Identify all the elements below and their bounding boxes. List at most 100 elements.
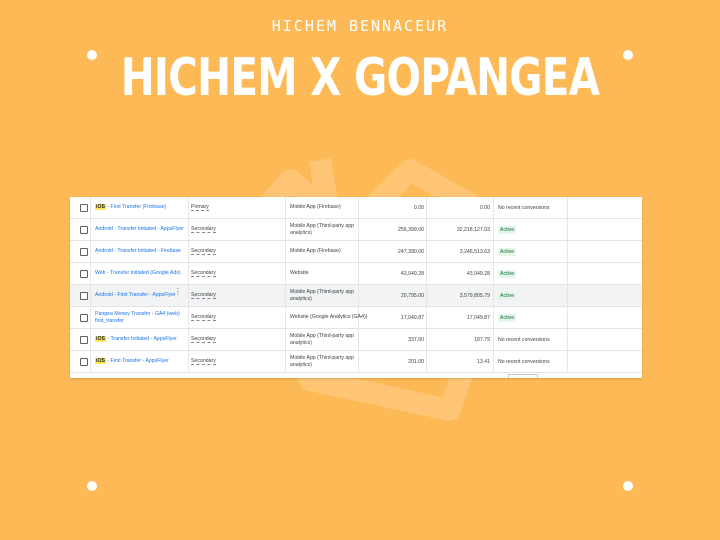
column-divider [285, 263, 286, 284]
author-name: HICHEM BENNACEUR [271, 17, 449, 35]
conversion-source: Mobile App (Third-party app analytics) [290, 289, 355, 302]
column-divider [493, 241, 494, 262]
conversion-action-link[interactable]: Android - Transfer Initiated - AppsFlyer [95, 219, 185, 240]
table-row[interactable]: iOS - Transfer Initiated - AppsFlyer Seco… [70, 329, 642, 351]
all-conversions-value: 247,390.00 [398, 248, 424, 255]
all-conversions-value: 43,049.28 [400, 270, 424, 277]
optimization-type-label: Secondary [191, 314, 216, 321]
table-row[interactable]: Pangea Money Transfer - GA4 (web) first_… [70, 307, 642, 329]
status-badge: Active [498, 269, 517, 278]
status-text: No recent conversions [498, 336, 550, 343]
ios-highlight: iOS [95, 336, 106, 343]
column-divider [90, 219, 91, 240]
conversion-source: Website (Google Analytics (GA4)) [290, 314, 368, 321]
column-divider [90, 307, 91, 328]
tracking-status: Active [498, 219, 568, 240]
all-conversion-value: 43,049.28 [466, 270, 490, 277]
all-conversion-value: 3,246,513.63 [459, 248, 490, 255]
conversion-action-link[interactable]: iOS - First Transfer - AppsFlyer [95, 351, 185, 372]
tracking-status: Active [498, 307, 568, 328]
column-divider [188, 197, 189, 218]
row-checkbox[interactable] [80, 270, 88, 278]
table-row[interactable]: iOS - First Transfer - AppsFlyer Secondar… [70, 351, 642, 373]
conversion-source: Mobile App (Firebase) [290, 248, 341, 255]
optimization-type-label: Secondary [191, 336, 216, 343]
conversion-action-link[interactable]: Android - First Transfer - AppsFlyer [95, 285, 185, 306]
optimization-type-label: Secondary [191, 248, 216, 255]
page-title: HICHEM X GOPANGEA [120, 48, 600, 108]
conversion-action-name: Pangea Money Transfer - GA4 (web) first_… [95, 311, 180, 324]
all-conversion-value: 13.41 [477, 358, 490, 365]
row-checkbox[interactable] [80, 204, 88, 212]
column-divider [90, 263, 91, 284]
all-conversions-value: 0.00 [413, 204, 424, 211]
optimization-type-label: Primary [191, 204, 209, 211]
conversion-action-link[interactable]: Pangea Money Transfer - GA4 (web) first_… [95, 307, 185, 328]
column-divider [493, 329, 494, 350]
conversions-table-screenshot: iOS - First Transfer (Firebase) Primary Mo… [70, 197, 642, 378]
table-row[interactable]: iOS - First Transfer (Firebase) Primary Mo… [70, 197, 642, 219]
conversion-action-link[interactable]: iOS - Transfer Initiated - AppsFlyer [95, 329, 185, 350]
column-divider [90, 241, 91, 262]
row-checkbox[interactable] [80, 336, 88, 344]
status-badge: Active [498, 291, 517, 300]
column-divider [285, 219, 286, 240]
conversion-action-name: - Transfer Initiated - AppsFlyer [105, 336, 177, 343]
all-conversions-value: 20,795.00 [400, 292, 424, 299]
optimization-type[interactable]: Secondary [191, 351, 251, 372]
table-row[interactable]: Android - First Transfer - AppsFlyer ⋮ Sec… [70, 285, 642, 307]
tracking-status: Active [498, 263, 568, 284]
column-divider [90, 197, 91, 218]
conversion-action-name: Android - Transfer Initiated - Firebase [95, 248, 181, 255]
column-divider [285, 351, 286, 372]
conversion-action-link[interactable]: iOS - First Transfer (Firebase) [95, 197, 185, 218]
all-conversion-value: 3,579,805.79 [459, 292, 490, 299]
column-divider [188, 241, 189, 262]
optimization-type[interactable]: Secondary [191, 285, 251, 306]
column-divider [90, 285, 91, 306]
column-divider [426, 219, 427, 240]
optimization-type-label: Secondary [191, 270, 216, 277]
conversion-source: Mobile App (Third-party app analytics) [290, 355, 355, 368]
pagination-control[interactable] [508, 374, 538, 378]
optimization-type-label: Secondary [191, 358, 216, 365]
optimization-type-label: Secondary [191, 226, 216, 233]
tracking-status: Active [498, 285, 568, 306]
optimization-type[interactable]: Secondary [191, 241, 251, 262]
row-checkbox[interactable] [80, 248, 88, 256]
column-divider [285, 307, 286, 328]
column-divider [426, 307, 427, 328]
conversion-action-name: Web - Transfer Initiated (Google Ads) [95, 270, 181, 277]
more-options-icon[interactable]: ⋮ [174, 288, 182, 301]
all-conversions-value: 201.00 [408, 358, 424, 365]
row-checkbox[interactable] [80, 292, 88, 300]
table-row[interactable]: Web - Transfer Initiated (Google Ads) Sec… [70, 263, 642, 285]
conversion-action-name: Android - First Transfer - AppsFlyer [95, 292, 176, 299]
row-checkbox[interactable] [80, 226, 88, 234]
table-row[interactable]: Android - Transfer Initiated - AppsFlyer… [70, 219, 642, 241]
optimization-type[interactable]: Secondary [191, 307, 251, 328]
status-text: No recent conversions [498, 358, 550, 365]
row-checkbox[interactable] [80, 314, 88, 322]
column-divider [493, 263, 494, 284]
all-conversions-value: 17,049.87 [400, 314, 424, 321]
column-divider [493, 351, 494, 372]
status-text: No recent conversions [498, 204, 550, 211]
decor-dot-bottom-left [87, 481, 97, 491]
conversion-source: Website [290, 270, 309, 277]
optimization-type[interactable]: Primary [191, 197, 251, 218]
conversion-action-link[interactable]: Web - Transfer Initiated (Google Ads) [95, 263, 185, 284]
column-divider [493, 197, 494, 218]
optimization-type[interactable]: Secondary [191, 219, 251, 240]
all-conversion-value: 17,049.87 [466, 314, 490, 321]
row-checkbox[interactable] [80, 358, 88, 366]
column-divider [426, 351, 427, 372]
column-divider [188, 351, 189, 372]
conversion-action-link[interactable]: Android - Transfer Initiated - Firebase [95, 241, 185, 262]
column-divider [188, 307, 189, 328]
optimization-type[interactable]: Secondary [191, 263, 251, 284]
conversion-action-name: - First Transfer - AppsFlyer [105, 358, 169, 365]
table-row[interactable]: Android - Transfer Initiated - Firebase S… [70, 241, 642, 263]
optimization-type[interactable]: Secondary [191, 329, 251, 350]
all-conversions-value: 256,399.00 [398, 226, 424, 233]
